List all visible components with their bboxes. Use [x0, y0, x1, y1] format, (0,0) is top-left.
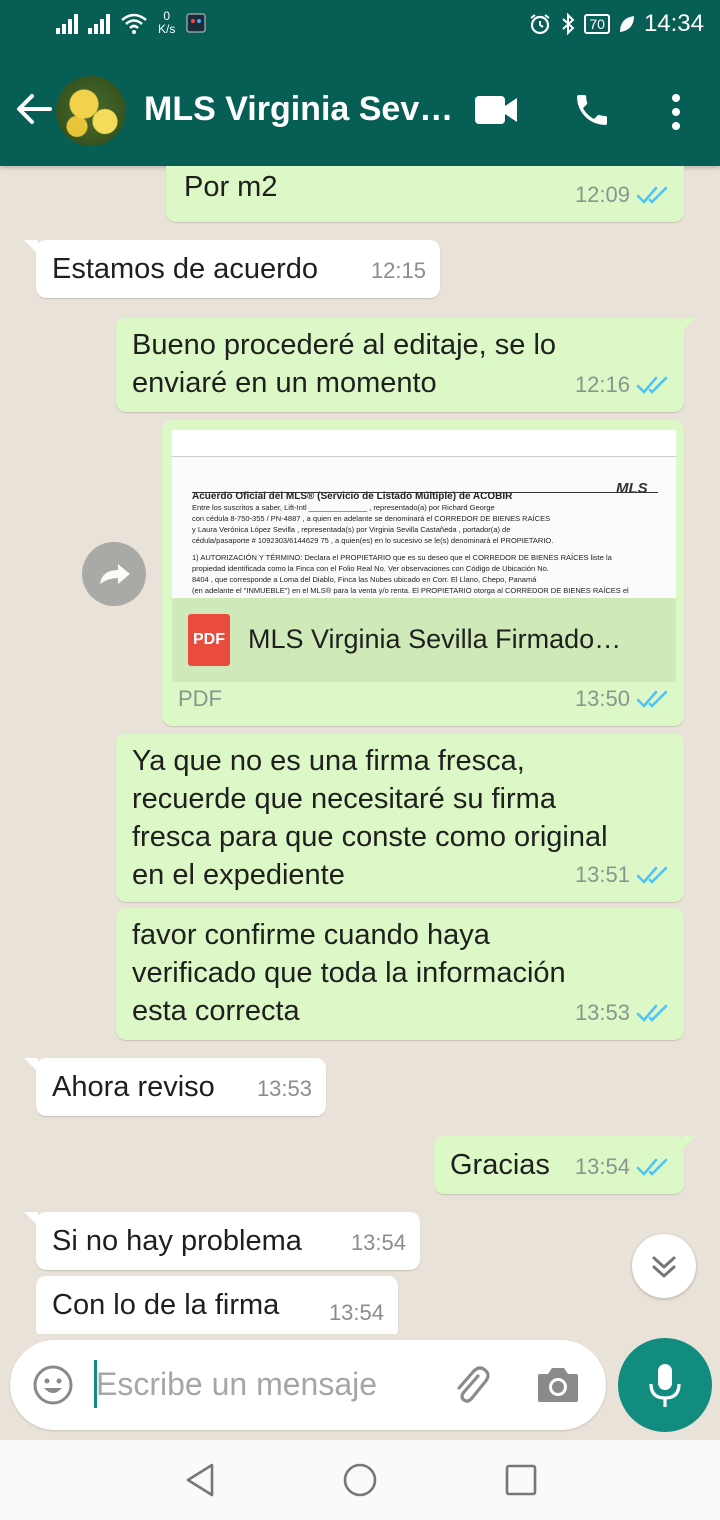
forward-button[interactable]	[82, 542, 146, 606]
message-text: Estamos de acuerdo	[52, 253, 318, 285]
document-line: con cédula 8-750-355 / PN-4887 , a quien…	[192, 514, 551, 523]
message-time: 13:54	[328, 1300, 384, 1325]
forward-arrow-icon	[100, 564, 130, 584]
message-time: 12:09	[574, 182, 630, 207]
status-time: 14:34	[643, 10, 704, 37]
message-bubble-incoming[interactable]: Con lo de la firma 13:54	[36, 1276, 398, 1334]
message-bubble-incoming[interactable]: Estamos de acuerdo 12:15	[24, 240, 440, 298]
document-line: 8404 , que corresponde a Loma del Diablo…	[192, 575, 537, 584]
message-list[interactable]: Por m2 12:09 Estamos de acuerdo 12:15 Bu…	[0, 166, 720, 1334]
message-time: 12:16	[574, 372, 630, 397]
message-text: Por m2	[184, 171, 278, 203]
document-line: 1) AUTORIZACIÓN Y TÉRMINO: Declara el PR…	[192, 553, 612, 562]
document-preview[interactable]: Acuerdo Oficial del MLS® (Servicio de Li…	[172, 430, 676, 598]
message-bubble-incoming[interactable]: Ahora reviso 13:53	[24, 1058, 326, 1116]
wifi-icon	[121, 13, 147, 34]
message-text: Ahora reviso	[52, 1071, 215, 1103]
message-text-line: enviaré en un momento	[132, 367, 437, 399]
message-text-line: verificado que toda la información	[132, 957, 566, 989]
phone-icon[interactable]	[572, 90, 612, 130]
microphone-icon	[649, 1364, 681, 1407]
message-text: Si no hay problema	[52, 1225, 302, 1257]
document-line: Entre los suscritos a saber, Lift-Intl _…	[192, 503, 495, 512]
status-bar: 0 K/s 70 14:34	[0, 0, 720, 54]
network-speed-unit: K/s	[158, 22, 176, 36]
message-bubble-outgoing[interactable]: Ya que no es una firma fresca, recuerde …	[116, 734, 684, 902]
signal-strength-icon	[56, 12, 78, 34]
attach-icon[interactable]	[448, 1362, 494, 1408]
read-receipt-double-check-icon	[636, 186, 668, 204]
bluetooth-icon	[562, 12, 575, 36]
nav-back-icon[interactable]	[184, 1462, 216, 1498]
battery-saver-leaf-icon	[619, 16, 634, 32]
nav-recents-icon[interactable]	[504, 1462, 538, 1498]
read-receipt-double-check-icon	[636, 690, 668, 708]
document-line: propiedad identificada como la Finca con…	[192, 564, 549, 573]
document-file-name: MLS Virginia Sevilla Firmado…	[248, 624, 622, 654]
contact-avatar[interactable]	[56, 76, 126, 146]
back-arrow-icon[interactable]	[12, 84, 56, 134]
message-text-line: fresca para que conste como original	[132, 821, 608, 853]
chat-header: MLS Virginia Sev…	[0, 54, 720, 166]
message-bubble-outgoing[interactable]: favor confirme cuando haya verificado qu…	[116, 908, 684, 1040]
voice-message-button[interactable]	[618, 1338, 712, 1432]
alarm-icon	[530, 14, 550, 35]
message-bubble-outgoing[interactable]: Gracias 13:54	[434, 1136, 696, 1194]
message-text-line: Bueno procederé al editaje, se lo	[132, 329, 557, 361]
read-receipt-double-check-icon	[636, 1004, 668, 1022]
read-receipt-double-check-icon	[636, 376, 668, 394]
message-time: 12:15	[370, 258, 426, 283]
read-receipt-double-check-icon	[636, 1158, 668, 1176]
message-input[interactable]: Escribe un mensaje	[96, 1366, 377, 1403]
double-chevron-down-icon	[652, 1256, 676, 1278]
network-speed: 0 K/s	[158, 10, 175, 36]
message-time: 13:53	[574, 1000, 630, 1025]
message-text-line: recuerde que necesitaré su firma	[132, 783, 556, 815]
message-time: 13:54	[574, 1154, 630, 1179]
message-time: 13:50	[574, 686, 630, 711]
message-time: 13:54	[350, 1230, 406, 1255]
video-call-icon[interactable]	[474, 94, 518, 126]
message-text-line: favor confirme cuando haya	[132, 919, 490, 951]
message-bubble-document[interactable]: Acuerdo Oficial del MLS® (Servicio de Li…	[162, 420, 684, 726]
message-bubble-incoming[interactable]: Si no hay problema 13:54	[24, 1212, 420, 1270]
message-text-line: Ya que no es una firma fresca,	[132, 745, 525, 777]
scroll-to-bottom-button[interactable]	[632, 1234, 696, 1298]
message-time: 13:51	[574, 862, 630, 887]
document-line: (en adelante el "INMUEBLE") en el MLS® p…	[192, 586, 629, 595]
camera-icon[interactable]	[536, 1364, 580, 1404]
read-receipt-double-check-icon	[636, 866, 668, 884]
message-time: 13:53	[256, 1076, 312, 1101]
message-text: Gracias	[450, 1149, 550, 1181]
document-line: cédula/pasaporte # 1092303/6144629 75 , …	[192, 536, 554, 545]
pdf-file-icon: PDF	[188, 614, 230, 666]
emoji-icon[interactable]	[32, 1364, 74, 1406]
message-composer[interactable]: Escribe un mensaje	[10, 1340, 606, 1430]
message-bubble-outgoing[interactable]: Bueno procederé al editaje, se lo enviar…	[116, 318, 696, 412]
document-line: y Laura Verónica López Sevilla , represe…	[192, 525, 511, 534]
contact-name[interactable]: MLS Virginia Sev…	[144, 90, 453, 129]
message-text: Con lo de la firma	[52, 1289, 280, 1321]
system-navigation-bar	[0, 1440, 720, 1520]
battery-indicator: 70	[584, 14, 610, 34]
message-bubble-outgoing[interactable]: Por m2 12:09	[166, 166, 684, 222]
message-text-line: esta correcta	[132, 995, 300, 1027]
signal-strength-icon	[88, 12, 110, 34]
more-options-icon[interactable]	[664, 92, 688, 132]
app-notification-icon	[186, 13, 206, 33]
document-file-row[interactable]: PDF MLS Virginia Sevilla Firmado…	[172, 598, 676, 682]
message-text-line: en el expediente	[132, 859, 345, 891]
document-file-type: PDF	[178, 686, 222, 711]
nav-home-icon[interactable]	[342, 1462, 378, 1498]
